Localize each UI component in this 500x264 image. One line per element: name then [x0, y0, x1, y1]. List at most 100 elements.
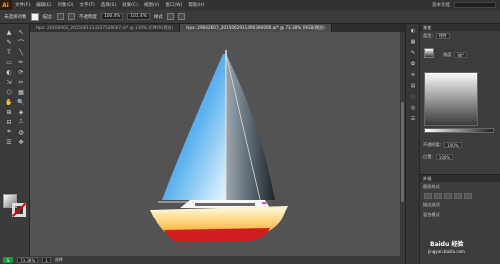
zoom-field[interactable]: 73.38%	[17, 257, 39, 263]
x-field[interactable]: 100.4%	[101, 13, 124, 20]
selection-tool-icon[interactable]: ▲	[4, 28, 14, 36]
workspace-switcher[interactable]: 基本功能	[432, 2, 450, 8]
symbol-tool-icon[interactable]: ☰	[4, 138, 14, 146]
transform-icon[interactable]	[177, 13, 185, 20]
artboard-tool-icon[interactable]: ⊟	[4, 118, 14, 126]
style-tile[interactable]	[424, 193, 432, 199]
gradient-panel-title: 渐变	[423, 24, 432, 30]
tab-document-2[interactable]: Hpx: 29642607_2015062911490390000.ai* @ …	[180, 24, 332, 32]
right-panels: ◐ ▦ ✎ ✿ ≡ ▤ ◌ ◎ ☰ 渐变 类型: 线性 角度 90° 不透明度:…	[405, 24, 500, 264]
menu-bar: Ai 文件(F) 编辑(E) 对象(O) 文字(T) 选择(S) 效果(C) 视…	[0, 0, 500, 10]
appearance-row-1[interactable]: 图形样式	[423, 184, 440, 190]
line-tool-icon[interactable]: ╲	[16, 48, 26, 56]
style-tiles	[420, 192, 500, 200]
brushes-panel-icon[interactable]: ✎	[408, 49, 418, 57]
appearance-panel-header: 外观	[420, 175, 500, 182]
search-input[interactable]	[454, 2, 496, 8]
color-panel-icon[interactable]: ◐	[408, 27, 418, 35]
stroke-panel-icon[interactable]: ≡	[408, 71, 418, 79]
cabin-windows	[195, 203, 255, 206]
blob-brush-tool-icon[interactable]: ◐	[4, 68, 14, 76]
watermark-text: Baidu 经验	[430, 241, 464, 248]
fill-swatch[interactable]	[30, 12, 39, 21]
selection-status: 未选择对象	[4, 14, 27, 20]
fill-stroke-widget[interactable]	[3, 194, 27, 218]
angle-field[interactable]: 90°	[454, 52, 468, 58]
hand-tool-icon[interactable]: ✋	[4, 98, 14, 106]
opacity-label: 不透明度:	[423, 142, 442, 147]
status-bar: S 73.38% 1 选择	[0, 256, 405, 264]
menu-type[interactable]: 文字(T)	[77, 2, 98, 8]
control-bar: 未选择对象 描边: 不透明度 100.4% 101.4% 样式	[0, 10, 500, 24]
menu-select[interactable]: 选择(S)	[98, 2, 119, 8]
scroll-thumb[interactable]	[401, 102, 404, 202]
stroke-weight-icon[interactable]	[57, 13, 65, 20]
menu-effect[interactable]: 效果(C)	[119, 2, 141, 8]
direct-selection-tool-icon[interactable]: ↖	[16, 28, 26, 36]
menu-file[interactable]: 文件(F)	[12, 2, 33, 8]
artboard-canvas[interactable]	[30, 32, 400, 256]
type-tool-icon[interactable]: T	[4, 48, 14, 56]
style-tile[interactable]	[444, 193, 452, 199]
curvature-tool-icon[interactable]: ⌒	[16, 38, 26, 47]
none-indicator-icon	[12, 203, 26, 217]
pencil-tool-icon[interactable]: ✏	[16, 58, 26, 66]
mainsail-shape	[162, 54, 226, 200]
appearance-panel: 外观 图形样式 描边选项 混合模式 Baidu 经验 jingyan.baidu…	[420, 174, 500, 264]
style-tile[interactable]	[464, 193, 472, 199]
gradient-panel-icon[interactable]: ▤	[408, 82, 418, 90]
appearance-panel-icon[interactable]: ◎	[408, 104, 418, 112]
panel-icon-strip: ◐ ▦ ✎ ✿ ≡ ▤ ◌ ◎ ☰	[406, 24, 420, 264]
hull-bottom-shape	[164, 228, 270, 242]
document-tabs: Hpx: 20160602_2015061113257528067.ai* @ …	[30, 24, 400, 32]
rectangle-tool-icon[interactable]: ▭	[4, 58, 14, 66]
menu-view[interactable]: 视图(V)	[141, 2, 163, 8]
symbols-panel-icon[interactable]: ✿	[408, 60, 418, 68]
brush-icon[interactable]	[68, 13, 76, 20]
location-field[interactable]: 100%	[435, 154, 454, 160]
pen-tool-icon[interactable]: ✎	[4, 38, 14, 46]
style-tile[interactable]	[434, 193, 442, 199]
graph-tool-icon[interactable]: ▦	[16, 88, 26, 96]
opacity-field[interactable]: 100%	[444, 142, 462, 148]
style-tile[interactable]	[454, 193, 462, 199]
gradient-type-label: 类型:	[423, 33, 433, 38]
app-logo: Ai	[0, 0, 12, 10]
opacity-label: 不透明度	[79, 14, 98, 20]
gradient-tool-icon[interactable]: ◈	[16, 108, 26, 116]
shape-builder-tool-icon[interactable]: ⬡	[4, 88, 14, 96]
gradient-panel-header: 渐变	[420, 24, 500, 31]
appearance-row-2[interactable]: 描边选项	[423, 202, 440, 208]
menu-edit[interactable]: 编辑(E)	[33, 2, 54, 8]
rotate-tool-icon[interactable]: ⟳	[16, 68, 26, 76]
gradient-swatch[interactable]	[424, 48, 434, 58]
mesh-tool-icon[interactable]: ⊞	[4, 108, 14, 116]
swatches-panel-icon[interactable]: ▦	[408, 38, 418, 46]
app-badge-icon: S	[3, 257, 13, 263]
gradient-slider[interactable]	[424, 128, 494, 133]
menu-object[interactable]: 对象(O)	[54, 2, 76, 8]
scissors-tool-icon[interactable]: ✂	[16, 78, 26, 86]
gradient-panel: 渐变 类型: 线性 角度 90° 不透明度: 100% 位置: 100%	[420, 24, 500, 174]
blend-tool-icon[interactable]: ◍	[16, 128, 26, 136]
artboard-number-field[interactable]: 1	[42, 257, 51, 263]
align-icon[interactable]	[166, 13, 174, 20]
menu-window[interactable]: 窗口(W)	[162, 2, 185, 8]
layers-panel-icon[interactable]: ☰	[408, 115, 418, 123]
zoom-tool-icon[interactable]: 🔍	[16, 98, 26, 106]
watermark-subtext: jingyan.baidu.com	[428, 249, 465, 254]
y-field[interactable]: 101.4%	[127, 13, 150, 20]
scale-tool-icon[interactable]: ⇲	[4, 78, 14, 86]
menu-help[interactable]: 帮助(H)	[185, 2, 207, 8]
tab-document-1[interactable]: Hpx: 20160602_2015061113257528067.ai* @ …	[30, 24, 181, 32]
angle-label: 角度	[443, 52, 452, 57]
gradient-type-select[interactable]: 线性	[435, 33, 450, 39]
slice-tool-icon[interactable]: ⎍	[16, 118, 26, 126]
appearance-row-3[interactable]: 混合模式	[423, 212, 440, 218]
appearance-panel-title: 外观	[423, 175, 432, 181]
pennant-shape	[262, 202, 268, 204]
transparency-panel-icon[interactable]: ◌	[408, 93, 418, 101]
free-transform-tool-icon[interactable]: ✥	[16, 138, 26, 146]
perspective-grid-icon[interactable]: ⌗	[4, 128, 14, 136]
location-label: 位置:	[423, 154, 433, 159]
